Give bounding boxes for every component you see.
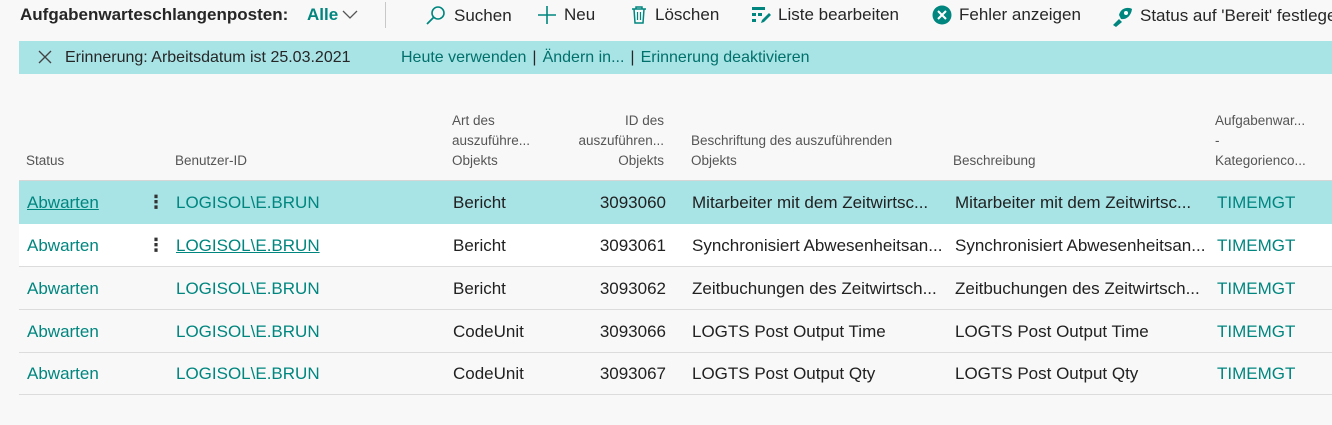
header-line: - bbox=[1215, 133, 1220, 148]
description-cell: Synchronisiert Abwesenheitsan... bbox=[955, 236, 1206, 255]
object-caption-cell: LOGTS Post Output Qty bbox=[692, 364, 876, 383]
search-button[interactable]: Suchen bbox=[425, 5, 512, 27]
show-error-label: Fehler anzeigen bbox=[959, 5, 1081, 24]
edit-list-icon bbox=[752, 7, 771, 23]
table-row[interactable]: Abwarten ⋮ LOGISOL\E.BRUN Bericht 309306… bbox=[19, 181, 1332, 224]
toolbar-divider bbox=[385, 2, 386, 28]
user-id-cell[interactable]: LOGISOL\E.BRUN bbox=[176, 364, 320, 384]
set-ready-icon bbox=[1113, 7, 1132, 27]
object-id-cell: 3093060 bbox=[599, 193, 666, 212]
table-row[interactable]: Abwarten LOGISOL\E.BRUN Bericht 3093062 … bbox=[19, 267, 1332, 310]
description-cell: Mitarbeiter mit dem Zeitwirtsc... bbox=[955, 193, 1192, 212]
description-cell: LOGTS Post Output Time bbox=[955, 322, 1149, 341]
header-line: Kategorienco... bbox=[1215, 153, 1306, 168]
header-line: auszuführen... bbox=[578, 133, 664, 148]
category-cell[interactable]: TIMEMGT bbox=[1217, 364, 1295, 384]
search-icon bbox=[426, 6, 445, 25]
user-id-cell[interactable]: LOGISOL\E.BRUN bbox=[176, 236, 320, 256]
table-row[interactable]: Abwarten LOGISOL\E.BRUN CodeUnit 3093067… bbox=[19, 352, 1332, 395]
header-line: ID des bbox=[624, 113, 664, 128]
header-line: Objekts bbox=[452, 153, 498, 168]
description-cell: LOGTS Post Output Qty bbox=[955, 364, 1139, 383]
edit-list-label: Liste bearbeiten bbox=[778, 5, 899, 24]
trash-icon bbox=[632, 6, 646, 24]
set-ready-label: Status auf 'Bereit' festlege bbox=[1140, 6, 1332, 25]
banner-message: Erinnerung: Arbeitsdatum ist 25.03.2021 bbox=[65, 49, 351, 66]
user-id-cell[interactable]: LOGISOL\E.BRUN bbox=[176, 279, 320, 299]
object-type-cell: Bericht bbox=[453, 236, 506, 255]
category-cell[interactable]: TIMEMGT bbox=[1217, 322, 1295, 342]
use-today-link[interactable]: Heute verwenden bbox=[401, 49, 526, 66]
object-caption-cell: Synchronisiert Abwesenheitsan... bbox=[692, 236, 943, 255]
status-cell[interactable]: Abwarten bbox=[27, 193, 99, 213]
object-caption-cell: LOGTS Post Output Time bbox=[692, 322, 886, 341]
status-cell[interactable]: Abwarten bbox=[27, 236, 99, 256]
object-id-cell: 3093067 bbox=[599, 364, 666, 383]
row-divider bbox=[19, 394, 1332, 395]
view-filter-dropdown[interactable]: Alle bbox=[307, 5, 358, 25]
table-row[interactable]: Abwarten ⋮ LOGISOL\E.BRUN Bericht 309306… bbox=[19, 224, 1332, 267]
header-line: Art des bbox=[452, 113, 495, 128]
banner-links: Heute verwenden | Ändern in... | Erinnerung … bbox=[401, 49, 810, 67]
link-separator: | bbox=[532, 49, 537, 66]
object-caption-cell: Mitarbeiter mit dem Zeitwirtsc... bbox=[692, 193, 929, 212]
description-cell: Zeitbuchungen des Zeitwirtsch... bbox=[955, 279, 1200, 298]
search-label: Suchen bbox=[454, 6, 512, 25]
column-header-object-id[interactable]: ID des auszuführen... Objekts bbox=[560, 111, 664, 183]
header-line: Objekts bbox=[691, 153, 737, 168]
header-line: auszuführe... bbox=[452, 133, 531, 148]
action-bar: Aufgabenwarteschlangenposten: Alle Suche… bbox=[0, 0, 1332, 32]
delete-label: Löschen bbox=[655, 5, 720, 24]
object-caption-cell: Zeitbuchungen des Zeitwirtsch... bbox=[692, 279, 937, 298]
change-date-link[interactable]: Ändern in... bbox=[543, 49, 625, 66]
error-circle-icon bbox=[932, 5, 952, 25]
work-date-reminder-banner: Erinnerung: Arbeitsdatum ist 25.03.2021 … bbox=[19, 41, 1332, 74]
user-id-cell[interactable]: LOGISOL\E.BRUN bbox=[176, 193, 320, 213]
page-title: Aufgabenwarteschlangenposten: bbox=[20, 5, 289, 24]
object-type-cell: CodeUnit bbox=[453, 364, 524, 383]
category-cell[interactable]: TIMEMGT bbox=[1217, 279, 1295, 299]
view-filter-label: Alle bbox=[307, 5, 339, 24]
status-cell[interactable]: Abwarten bbox=[27, 364, 99, 384]
header-line: Benutzer-ID bbox=[175, 153, 248, 168]
user-id-cell[interactable]: LOGISOL\E.BRUN bbox=[176, 322, 320, 342]
more-options-icon[interactable]: ⋮ bbox=[147, 192, 165, 213]
column-header-object-type[interactable]: Art des auszuführe... Objekts bbox=[452, 111, 530, 183]
status-cell[interactable]: Abwarten bbox=[27, 279, 99, 299]
chevron-down-icon bbox=[342, 10, 358, 19]
table-row[interactable]: Abwarten LOGISOL\E.BRUN CodeUnit 3093066… bbox=[19, 310, 1332, 353]
object-id-cell: 3093061 bbox=[599, 236, 666, 255]
set-ready-button[interactable]: Status auf 'Bereit' festlege bbox=[1111, 5, 1332, 27]
object-type-cell: Bericht bbox=[453, 279, 506, 298]
object-type-cell: CodeUnit bbox=[453, 322, 524, 341]
delete-button[interactable]: Löschen bbox=[630, 5, 719, 25]
header-line: Aufgabenwar... bbox=[1215, 113, 1306, 128]
header-line: Beschreibung bbox=[953, 153, 1036, 168]
plus-icon bbox=[538, 6, 556, 24]
new-label: Neu bbox=[564, 5, 596, 24]
header-line: Objekts bbox=[618, 153, 664, 168]
header-line: Beschriftung des auszuführenden bbox=[691, 133, 893, 148]
disable-reminder-link[interactable]: Erinnerung deaktivieren bbox=[641, 49, 810, 66]
link-separator: | bbox=[630, 49, 635, 66]
object-type-cell: Bericht bbox=[453, 193, 506, 212]
category-cell[interactable]: TIMEMGT bbox=[1217, 193, 1295, 213]
object-id-cell: 3093066 bbox=[599, 322, 666, 341]
header-line: Status bbox=[26, 153, 65, 168]
close-icon[interactable] bbox=[37, 49, 53, 65]
show-error-button[interactable]: Fehler anzeigen bbox=[932, 5, 1081, 25]
new-button[interactable]: Neu bbox=[537, 5, 595, 25]
object-id-cell: 3093062 bbox=[599, 279, 666, 298]
more-options-icon[interactable]: ⋮ bbox=[147, 235, 165, 256]
edit-list-button[interactable]: Liste bearbeiten bbox=[751, 5, 899, 25]
status-cell[interactable]: Abwarten bbox=[27, 322, 99, 342]
column-header-category-code[interactable]: Aufgabenwar... - Kategorienco... bbox=[1215, 111, 1306, 183]
category-cell[interactable]: TIMEMGT bbox=[1217, 236, 1295, 256]
